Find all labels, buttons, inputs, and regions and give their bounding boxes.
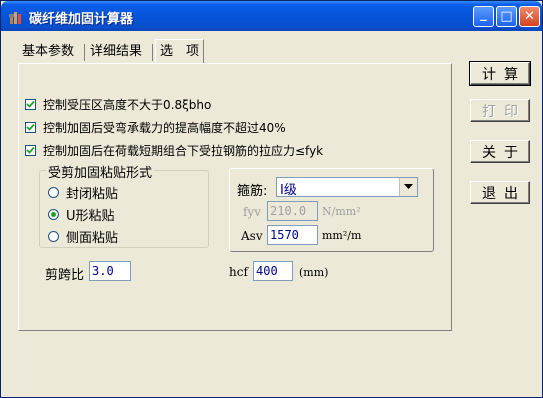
tab-separator: [84, 44, 85, 61]
hammer-tools-icon: [9, 12, 21, 24]
close-button[interactable]: ✕: [519, 6, 540, 27]
tab-basic-params[interactable]: 基本参数: [18, 41, 78, 63]
checkbox-label: 控制加固后受弯承载力的提高幅度不超过40%: [43, 121, 286, 135]
maximize-button[interactable]: □: [496, 6, 517, 27]
hcf-unit: (mm): [299, 266, 329, 279]
maximize-icon: □: [500, 9, 513, 24]
checkbox-box[interactable]: [25, 122, 36, 133]
shear-span-input[interactable]: 3.0: [89, 261, 131, 281]
fyv-value: 210.0: [270, 204, 307, 218]
fyv-unit: N/mm²: [322, 205, 361, 218]
checkbox-label: 控制受压区高度不大于0.8ξbho: [43, 98, 212, 112]
window-title: 碳纤维加固计算器: [29, 12, 134, 27]
shear-span-label: 剪跨比: [45, 268, 85, 283]
checkmark-icon: [26, 146, 35, 154]
radio-label: 封闭粘贴: [66, 187, 119, 202]
button-label: 退出: [482, 185, 526, 202]
about-button[interactable]: 关于: [470, 140, 530, 163]
shear-span-value: 3.0: [92, 264, 114, 278]
close-icon: ✕: [524, 9, 535, 24]
tab-separator: [152, 44, 153, 61]
paste-form-group: 受剪加固粘贴形式 封闭粘贴 U形粘贴 侧面粘贴: [39, 162, 209, 248]
radio-closed-paste[interactable]: 封闭粘贴: [48, 183, 118, 202]
button-label: 打印: [482, 103, 526, 120]
checkbox-limit-capacity-increase[interactable]: 控制加固后受弯承载力的提高幅度不超过40%: [25, 119, 286, 136]
radio-button[interactable]: [48, 231, 59, 242]
radio-label: U形粘贴: [66, 209, 115, 224]
checkbox-box[interactable]: [25, 99, 36, 110]
checkbox-limit-steel-stress[interactable]: 控制加固后在荷载短期组合下受拉钢筋的拉应力≤fyk: [25, 142, 323, 159]
fyv-input: 210.0: [267, 201, 318, 221]
checkmark-icon: [26, 123, 35, 131]
select-value: Ⅰ级: [280, 183, 297, 198]
radio-button[interactable]: [48, 187, 59, 198]
hcf-value: 400: [256, 264, 278, 278]
radio-button[interactable]: [48, 209, 59, 220]
print-button: 打印: [470, 99, 530, 122]
asv-label: Asv: [241, 229, 263, 243]
asv-unit: mm²/m: [322, 229, 362, 242]
stirrup-label: 箍筋:: [237, 184, 268, 199]
app-window: 碳纤维加固计算器 _ □ ✕ 基本参数 详细结果 选 项 控制受压区高度不大于0…: [0, 0, 543, 398]
checkbox-box[interactable]: [25, 145, 36, 156]
radio-label: 侧面粘贴: [66, 231, 119, 246]
asv-value: 1570: [270, 228, 299, 242]
tab-detailed-results[interactable]: 详细结果: [86, 41, 146, 63]
group-title: 受剪加固粘贴形式: [46, 162, 155, 181]
checkbox-label: 控制加固后在荷载短期组合下受拉钢筋的拉应力≤fyk: [43, 144, 324, 158]
asv-input[interactable]: 1570: [267, 225, 318, 245]
exit-button[interactable]: 退出: [470, 181, 530, 204]
minimize-button[interactable]: _: [473, 6, 494, 27]
tab-label: 选 项: [160, 44, 200, 59]
radio-side-paste[interactable]: 侧面粘贴: [48, 227, 118, 246]
button-label: 计算: [482, 66, 526, 83]
tab-label: 详细结果: [90, 44, 143, 59]
tab-options[interactable]: 选 项: [155, 39, 205, 63]
fyv-label: fyv: [243, 205, 261, 219]
hcf-label: hcf: [229, 265, 248, 279]
checkmark-icon: [26, 100, 35, 108]
dropdown-arrow-icon[interactable]: [399, 178, 417, 196]
tab-label: 基本参数: [22, 44, 75, 59]
minimize-icon: _: [480, 7, 487, 22]
checkbox-limit-compression-zone[interactable]: 控制受压区高度不大于0.8ξbho: [25, 96, 211, 113]
title-bar[interactable]: 碳纤维加固计算器 _ □ ✕: [1, 1, 542, 31]
stirrup-grade-select[interactable]: Ⅰ级: [276, 177, 418, 198]
hcf-input[interactable]: 400: [253, 261, 293, 281]
calculate-button[interactable]: 计算: [469, 61, 531, 86]
button-label: 关于: [482, 144, 526, 161]
radio-u-shape-paste[interactable]: U形粘贴: [48, 205, 115, 224]
